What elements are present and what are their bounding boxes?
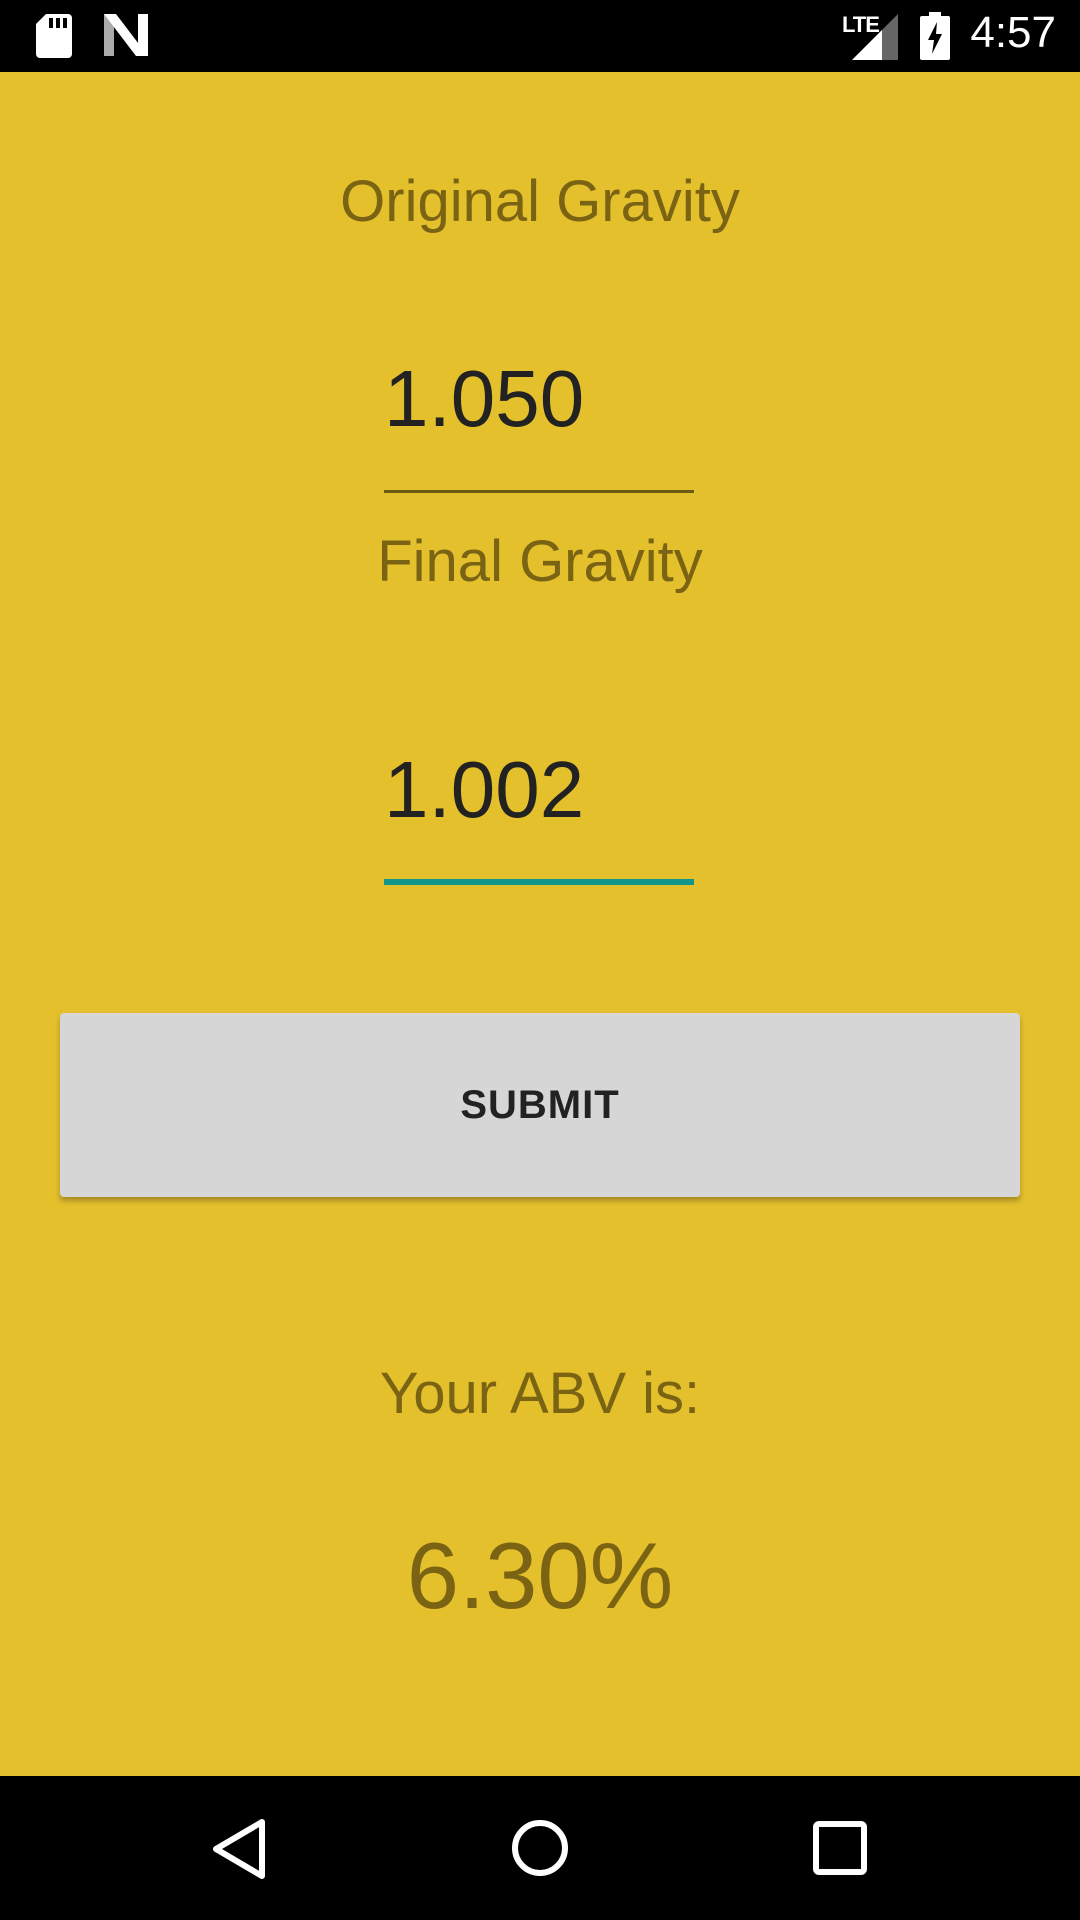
final-gravity-value: 1.002 bbox=[384, 745, 585, 834]
n-logo-icon bbox=[104, 14, 148, 56]
back-icon[interactable] bbox=[210, 1818, 270, 1880]
final-gravity-input[interactable]: 1.002 bbox=[384, 745, 694, 885]
abv-result-label: Your ABV is: bbox=[379, 1361, 701, 1426]
submit-button[interactable]: SUBMIT bbox=[60, 1013, 1020, 1197]
status-clock: 4:57 bbox=[970, 8, 1056, 57]
final-gravity-label: Final Gravity bbox=[377, 529, 703, 594]
navigation-bar bbox=[0, 1776, 1080, 1920]
home-icon[interactable] bbox=[510, 1818, 570, 1878]
sd-card-icon bbox=[36, 14, 72, 58]
original-gravity-underline bbox=[384, 490, 694, 493]
abv-result-value: 6.30% bbox=[406, 1523, 674, 1628]
final-gravity-underline-focused bbox=[384, 879, 694, 885]
original-gravity-label: Original Gravity bbox=[340, 169, 740, 234]
status-bar: LTE 4:57 bbox=[0, 0, 1080, 72]
recents-icon[interactable] bbox=[812, 1820, 868, 1876]
abv-calculator-screen: Original Gravity 1.050 Final Gravity 1.0… bbox=[0, 72, 1080, 1776]
original-gravity-input[interactable]: 1.050 bbox=[384, 354, 694, 493]
signal-icon bbox=[852, 14, 898, 60]
battery-charging-icon bbox=[920, 12, 950, 60]
original-gravity-value: 1.050 bbox=[384, 354, 585, 443]
